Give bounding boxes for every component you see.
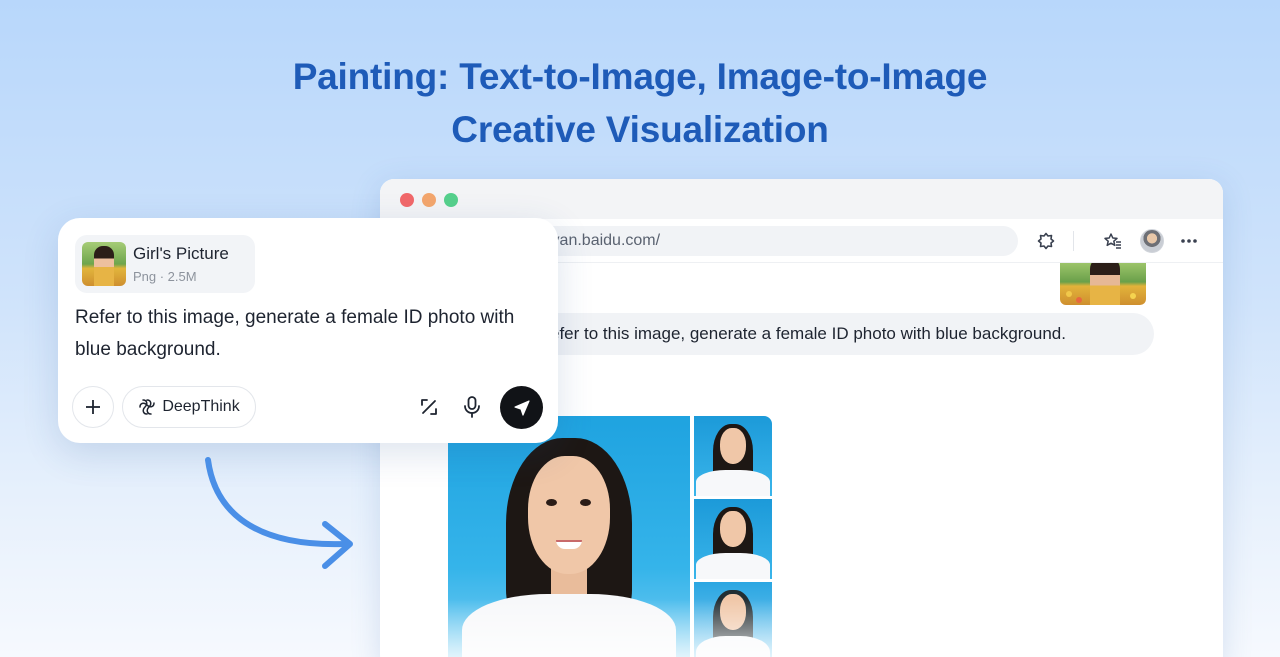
- deepthink-icon: [139, 399, 156, 415]
- portrait-shirt: [696, 470, 770, 496]
- prompt-textarea[interactable]: Refer to this image, generate a female I…: [75, 302, 545, 366]
- slash-tool-icon[interactable]: [416, 394, 442, 420]
- chat-input-card: Girl's Picture Png · 2.5M Refer to this …: [58, 218, 558, 443]
- sent-image-thumbnail[interactable]: [1060, 263, 1146, 305]
- send-icon: [513, 399, 530, 416]
- deepthink-button[interactable]: DeepThink: [122, 386, 256, 428]
- generated-id-photo-variant-2[interactable]: [694, 499, 772, 579]
- toolbar-divider: [1073, 231, 1074, 251]
- portrait-eye: [580, 499, 591, 506]
- user-message-text: efer to this image, generate a female ID…: [550, 324, 1066, 343]
- add-button[interactable]: [72, 386, 114, 428]
- portrait-figure: [1090, 263, 1120, 305]
- address-bar-url: yiyan.baidu.com/: [540, 232, 661, 249]
- avatar[interactable]: [1140, 229, 1164, 253]
- plus-icon: [86, 400, 100, 414]
- headline-line-2: Creative Visualization: [451, 109, 829, 150]
- portrait-face: [528, 456, 610, 574]
- headline-line-1: Painting: Text-to-Image, Image-to-Image: [292, 56, 988, 97]
- attachment-meta: Png · 2.5M: [133, 269, 197, 284]
- attachment-name: Girl's Picture: [133, 244, 229, 263]
- extension-icon[interactable]: [1034, 229, 1058, 253]
- browser-titlebar: [380, 179, 1223, 219]
- favorites-icon[interactable]: [1101, 229, 1125, 253]
- flower-decoration: [1076, 297, 1082, 303]
- page-headline: Painting: Text-to-Image, Image-to-Image …: [0, 50, 1280, 156]
- portrait-face: [720, 428, 746, 464]
- deepthink-label: DeepThink: [162, 398, 240, 415]
- user-message-bubble: efer to this image, generate a female ID…: [520, 313, 1154, 355]
- attachment-thumbnail: [82, 242, 126, 286]
- address-bar[interactable]: yiyan.baidu.com/: [480, 226, 1018, 256]
- bottom-fade-overlay: [380, 599, 1223, 657]
- portrait-figure: [94, 246, 114, 286]
- generated-id-photo-variant-1[interactable]: [694, 416, 772, 496]
- more-icon[interactable]: [1177, 229, 1201, 253]
- portrait-eye: [546, 499, 557, 506]
- flower-decoration: [1130, 293, 1136, 299]
- minimize-window-button[interactable]: [422, 193, 436, 207]
- curved-arrow-icon: [205, 457, 353, 569]
- portrait-shirt: [696, 553, 770, 579]
- microphone-icon[interactable]: [459, 394, 485, 420]
- portrait-face: [720, 511, 746, 547]
- close-window-button[interactable]: [400, 193, 414, 207]
- send-button[interactable]: [500, 386, 543, 429]
- maximize-window-button[interactable]: [444, 193, 458, 207]
- flower-decoration: [1066, 291, 1072, 297]
- attachment-chip[interactable]: Girl's Picture Png · 2.5M: [75, 235, 255, 293]
